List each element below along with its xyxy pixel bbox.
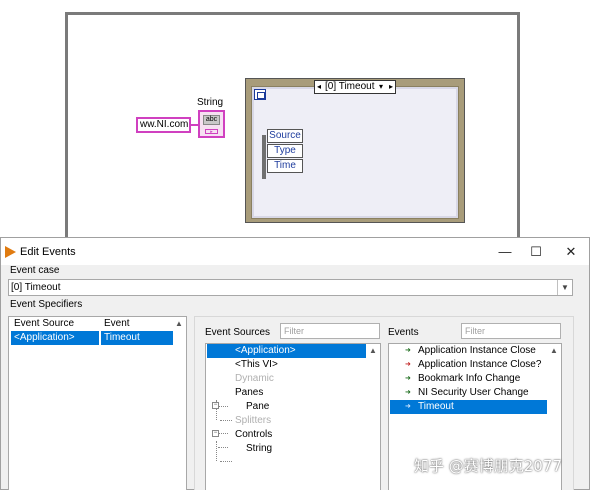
event-specifiers-label: Event Specifiers xyxy=(10,299,83,310)
string-indicator-terminal[interactable]: abc ▸ xyxy=(198,110,225,138)
event-sources-list[interactable]: ▲ − − <Application> <This VI> Dynamic Pa… xyxy=(205,343,381,490)
tree-line xyxy=(220,420,232,421)
table-row[interactable]: <Application> Timeout xyxy=(11,331,173,345)
title-bar[interactable]: Edit Events — ☐ ✕ xyxy=(1,238,589,265)
source-splitters[interactable]: Splitters xyxy=(235,414,271,428)
events-filter[interactable]: Filter xyxy=(461,323,561,339)
event-specifiers-table[interactable]: Event Source Event <Application> Timeout… xyxy=(8,316,187,490)
event-data-node-bar[interactable] xyxy=(262,135,266,179)
minimize-button[interactable]: — xyxy=(493,241,517,263)
indicator-type-tag: abc xyxy=(203,115,220,125)
chevron-down-icon[interactable]: ▼ xyxy=(557,280,572,295)
column-event[interactable]: Event xyxy=(104,318,130,329)
notify-event-icon: ➜ xyxy=(405,389,411,396)
source-this-vi[interactable]: <This VI> xyxy=(235,358,278,372)
scroll-up-icon[interactable]: ▲ xyxy=(173,318,185,330)
event-timeout[interactable]: Timeout xyxy=(390,400,547,414)
event-app-instance-close[interactable]: Application Instance Close xyxy=(418,344,536,358)
table-header: Event Source Event xyxy=(9,317,174,331)
source-string[interactable]: String xyxy=(246,442,272,456)
column-divider xyxy=(99,331,101,345)
screen: ww.NI.com String abc ▸ Source Type Time … xyxy=(0,0,600,490)
collapse-panes-icon[interactable]: − xyxy=(212,402,219,409)
filter-event-icon: ➜ xyxy=(405,361,411,368)
tree-line xyxy=(218,406,228,407)
scroll-up-icon[interactable]: ▲ xyxy=(548,345,560,357)
row-event: Timeout xyxy=(104,332,140,343)
tree-line xyxy=(220,461,232,462)
source-pane[interactable]: Pane xyxy=(246,400,269,414)
event-node-type[interactable]: Type xyxy=(267,144,303,158)
scroll-up-icon[interactable]: ▲ xyxy=(367,345,379,357)
event-case-label: Event case xyxy=(10,265,60,276)
tree-line xyxy=(218,447,228,448)
event-ni-security-user-change[interactable]: NI Security User Change xyxy=(418,386,529,400)
event-case-value: [0] Timeout xyxy=(11,282,61,293)
notify-event-icon: ➜ xyxy=(405,375,411,382)
event-timeout-icon[interactable] xyxy=(254,89,266,100)
row-event-source: <Application> xyxy=(14,332,75,343)
event-app-instance-close-filter[interactable]: Application Instance Close? xyxy=(418,358,541,372)
event-node-source[interactable]: Source xyxy=(267,129,303,143)
source-panes[interactable]: Panes xyxy=(235,386,263,400)
event-structure[interactable]: Source Type Time ◂ [0] Timeout ▾ ▸ xyxy=(245,78,465,223)
tree-line xyxy=(218,433,228,434)
watermark: 知乎 @赛博朋克2077 xyxy=(414,457,562,475)
labview-icon xyxy=(5,246,16,258)
source-application[interactable]: <Application> xyxy=(207,344,366,358)
notify-event-icon: ➜ xyxy=(405,347,411,354)
prev-case-icon[interactable]: ◂ xyxy=(317,81,321,93)
notify-event-icon: ➜ xyxy=(405,403,411,410)
tree-line xyxy=(216,441,217,461)
dialog-title: Edit Events xyxy=(20,246,76,258)
indicator-arrow-icon: ▸ xyxy=(205,129,218,135)
string-constant[interactable]: ww.NI.com xyxy=(136,117,191,133)
event-node-time[interactable]: Time xyxy=(267,159,303,173)
collapse-controls-icon[interactable]: − xyxy=(212,430,219,437)
close-button[interactable]: ✕ xyxy=(559,241,583,263)
next-case-icon[interactable]: ▸ xyxy=(389,81,393,93)
maximize-button[interactable]: ☐ xyxy=(524,241,548,263)
event-case-dropdown[interactable]: [0] Timeout ▼ xyxy=(8,279,573,296)
source-dynamic[interactable]: Dynamic xyxy=(235,372,274,386)
source-controls[interactable]: Controls xyxy=(235,428,272,442)
string-indicator-label: String xyxy=(197,97,224,108)
edit-events-dialog: Edit Events — ☐ ✕ Event case [0] Timeout… xyxy=(0,237,590,490)
case-dropdown-icon[interactable]: ▾ xyxy=(379,81,383,93)
event-structure-frame: Source Type Time xyxy=(251,86,459,219)
event-bookmark-info-change[interactable]: Bookmark Info Change xyxy=(418,372,520,386)
event-sources-label: Event Sources xyxy=(205,327,271,338)
case-selector-label: [0] Timeout xyxy=(325,81,375,92)
event-case-selector[interactable]: ◂ [0] Timeout ▾ ▸ xyxy=(314,80,396,94)
column-event-source[interactable]: Event Source xyxy=(14,318,74,329)
event-sources-filter[interactable]: Filter xyxy=(280,323,380,339)
events-label: Events xyxy=(388,327,419,338)
